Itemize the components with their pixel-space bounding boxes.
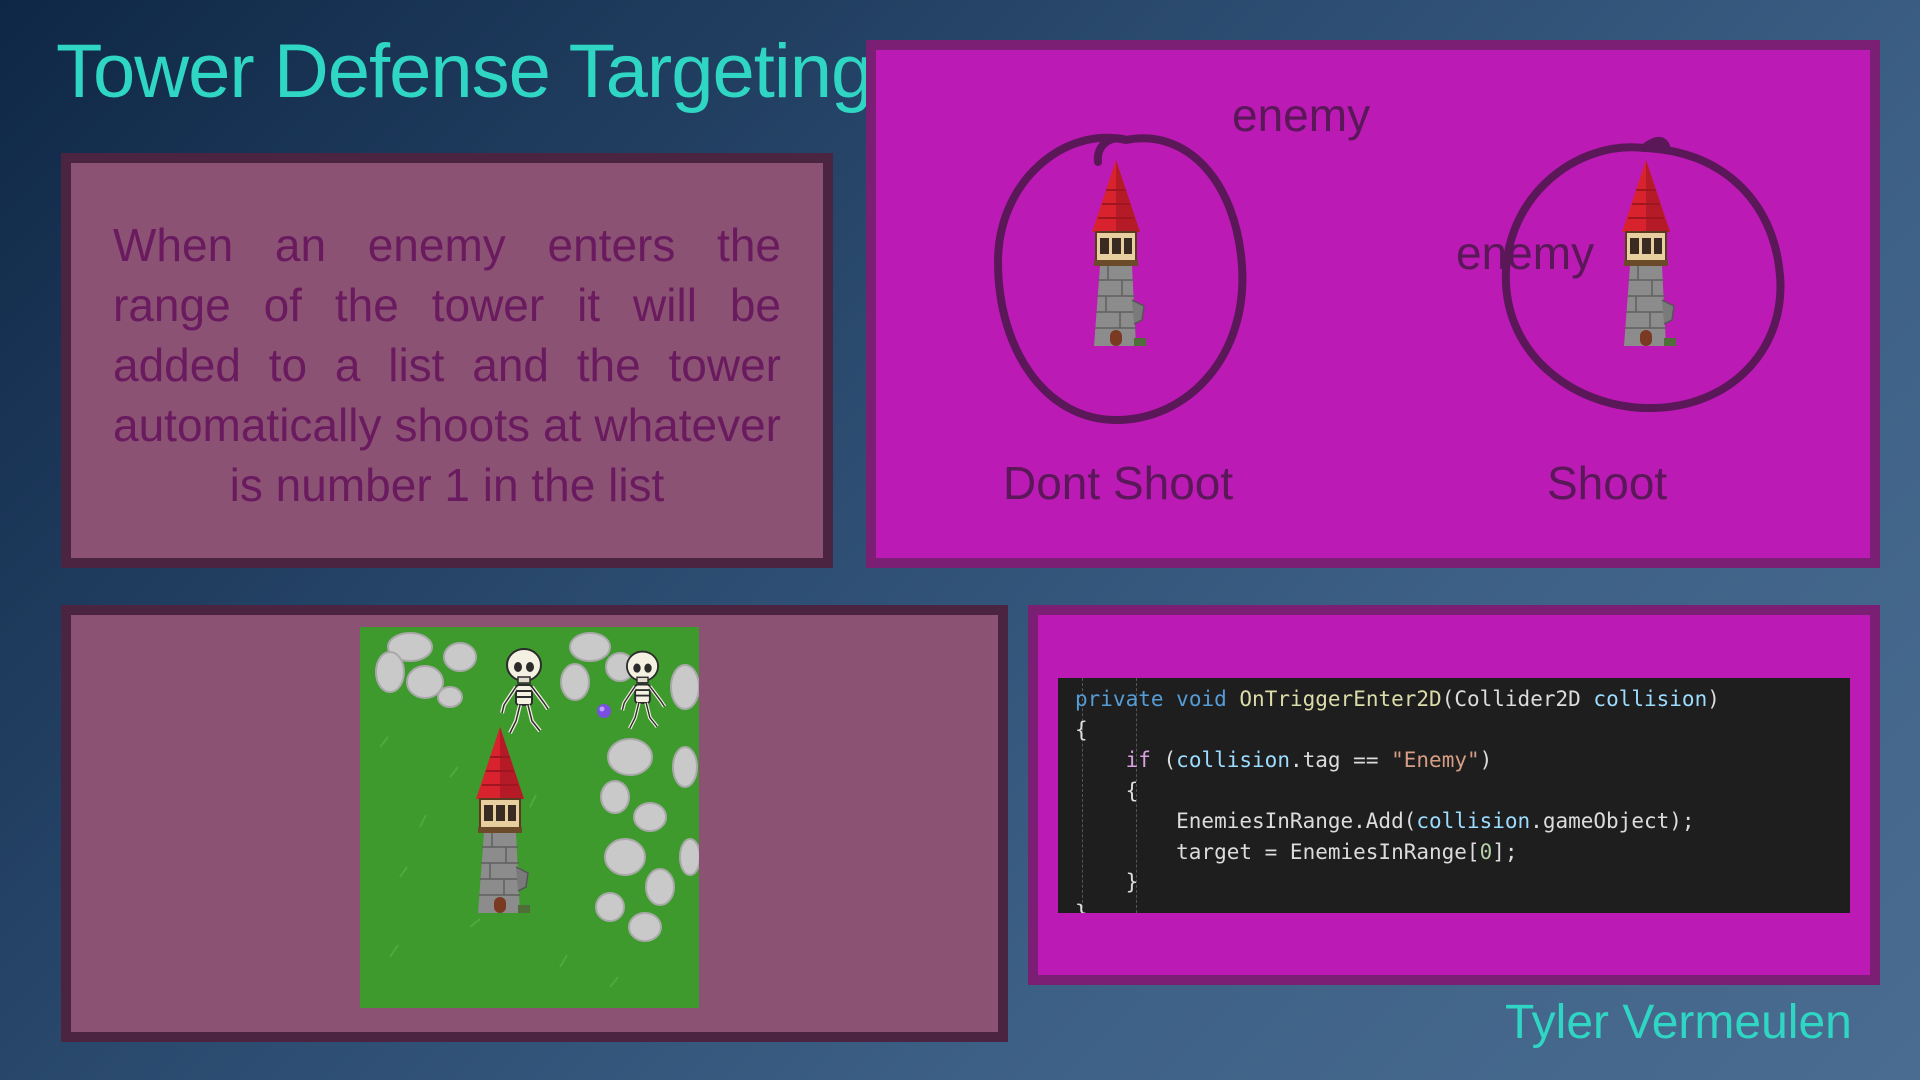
- right-tower-sprite: [1606, 160, 1686, 350]
- code-token: }: [1075, 870, 1139, 894]
- code-token: }: [1075, 900, 1088, 914]
- gameplay-screenshot: [360, 627, 699, 1008]
- code-line: }: [1075, 867, 1850, 898]
- code-token: {: [1075, 717, 1088, 742]
- code-panel: private void OnTriggerEnter2D(Collider2D…: [1028, 605, 1880, 985]
- dont-shoot-caption: Dont Shoot: [1003, 457, 1234, 509]
- code-snippet: private void OnTriggerEnter2D(Collider2D…: [1058, 678, 1850, 913]
- code-token: 0: [1479, 839, 1493, 864]
- slide-title: Tower Defense Targeting: [56, 29, 873, 114]
- code-token: EnemiesInRange.Add(: [1075, 809, 1417, 833]
- left-enemy-label: enemy: [1232, 89, 1371, 141]
- projectile-orb: [597, 704, 611, 718]
- code-line: target = EnemiesInRange[0];: [1075, 837, 1850, 868]
- description-text: When an enemy enters the range of the to…: [113, 219, 781, 511]
- author-name: Tyler Vermeulen: [1505, 996, 1852, 1049]
- shoot-caption: Shoot: [1547, 457, 1668, 509]
- code-line: if (collision.tag == "Enemy"): [1075, 745, 1850, 776]
- code-token: collision: [1593, 687, 1708, 711]
- code-line: }: [1075, 898, 1850, 914]
- code-token: (Collider2D: [1441, 687, 1594, 711]
- tower-sprite: [460, 727, 540, 917]
- code-token: "Enemy": [1391, 748, 1480, 772]
- code-token: .tag ==: [1289, 748, 1392, 772]
- code-line: {: [1075, 776, 1850, 807]
- code-token: collision: [1176, 748, 1290, 772]
- code-token: (: [1150, 748, 1177, 772]
- code-token: target = EnemiesInRange[: [1075, 839, 1480, 864]
- code-token: collision: [1416, 809, 1531, 833]
- description-panel: When an enemy enters the range of the to…: [61, 153, 833, 568]
- skeleton-enemy-1: [494, 647, 554, 737]
- left-tower-sprite: [1076, 160, 1156, 350]
- code-token: if: [1125, 748, 1151, 772]
- code-token: {: [1075, 778, 1139, 803]
- right-enemy-label: enemy: [1456, 227, 1595, 279]
- gameplay-panel: [61, 605, 1008, 1042]
- code-token: ): [1707, 687, 1720, 711]
- skeleton-enemy-2: [615, 647, 670, 735]
- code-token: ): [1479, 748, 1493, 772]
- range-diagram-panel: enemy Dont Shoot enemy Shoot: [866, 40, 1880, 568]
- code-line: {: [1075, 715, 1850, 746]
- code-token: void: [1176, 687, 1227, 711]
- code-lines: private void OnTriggerEnter2D(Collider2D…: [1075, 684, 1850, 913]
- code-line: private void OnTriggerEnter2D(Collider2D…: [1075, 684, 1850, 715]
- code-token: .gameObject);: [1530, 809, 1695, 833]
- code-token: private: [1075, 687, 1164, 711]
- code-token: ];: [1492, 839, 1518, 864]
- code-token: OnTriggerEnter2D: [1239, 687, 1442, 711]
- code-line: EnemiesInRange.Add(collision.gameObject)…: [1075, 806, 1850, 837]
